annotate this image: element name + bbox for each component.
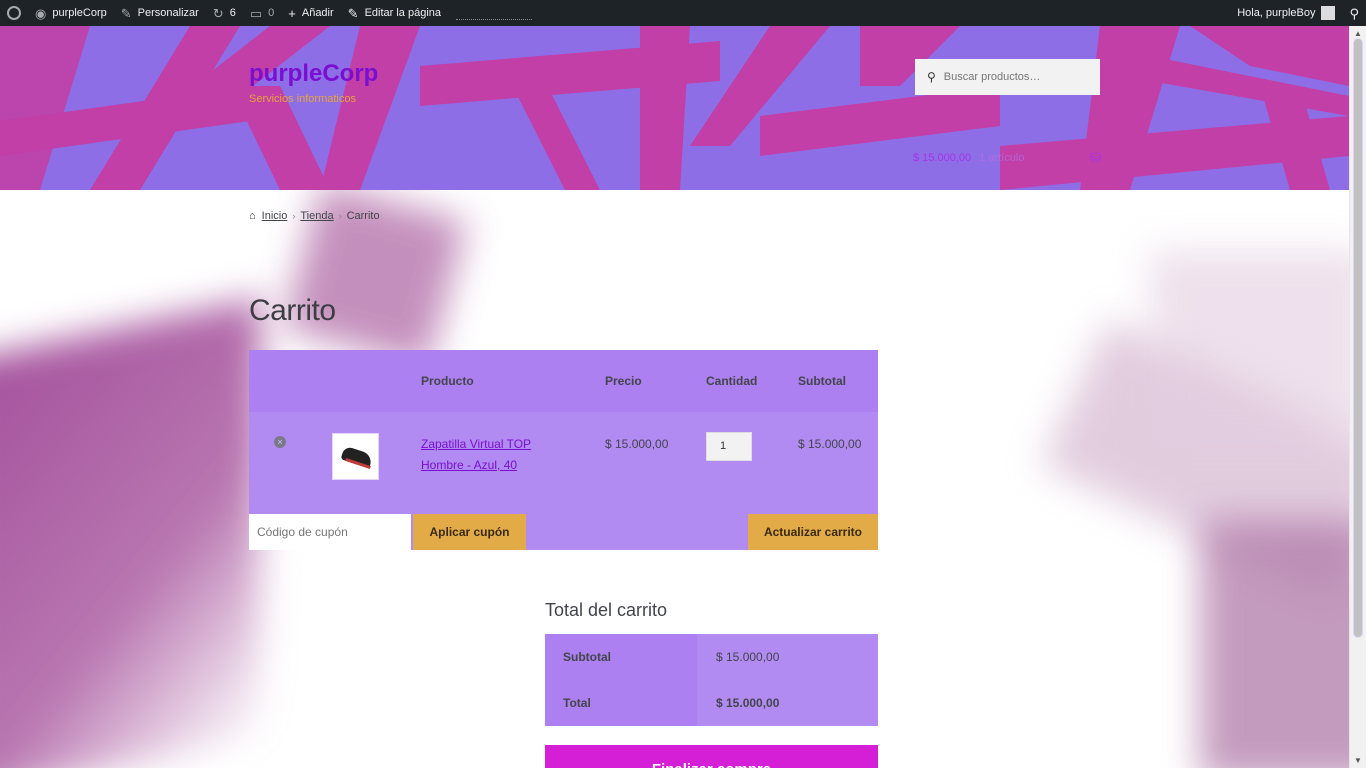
subtotal-label: Subtotal (545, 634, 697, 680)
totals-row-total: Total $ 15.000,00 (545, 680, 878, 726)
admin-site-name[interactable]: ◉ purpleCorp (28, 0, 114, 26)
edit-page-link[interactable]: ✎ Editar la página (341, 0, 448, 26)
column-header-quantity: Cantidad (706, 374, 758, 388)
cart-amount: $ 15.000,00 (913, 152, 972, 164)
customize-link[interactable]: ✎ Personalizar (114, 0, 206, 26)
search-icon: ⚲ (927, 70, 936, 84)
column-header-price: Precio (605, 374, 642, 388)
pencil-icon: ✎ (347, 5, 359, 21)
avatar (1321, 6, 1336, 20)
account-menu[interactable]: Hola, purpleBoy (1230, 0, 1342, 26)
updates-link[interactable]: ↻ 6 (206, 0, 243, 26)
total-label: Total (545, 680, 697, 726)
cart-totals-title: Total del carrito (545, 600, 668, 620)
site-header: purpleCorp Servicios informaticos ⚲ $ 15… (0, 26, 1349, 190)
product-search[interactable]: ⚲ (915, 59, 1100, 95)
coupon-code-input[interactable] (249, 514, 411, 550)
checkout-button[interactable]: Finalizar compra (545, 745, 878, 768)
admin-bar-placeholder (456, 18, 533, 20)
background-shape (1200, 520, 1366, 768)
column-header-subtotal: Subtotal (798, 374, 846, 388)
page-title: Carrito (249, 294, 336, 327)
breadcrumb-current: Carrito (346, 210, 380, 222)
subtotal-value: $ 15.000,00 (697, 634, 878, 680)
wordpress-logo-button[interactable] (0, 0, 28, 26)
breadcrumb-home-link[interactable]: Inicio (262, 210, 288, 222)
wordpress-icon (7, 6, 21, 20)
basket-icon: ⛁ (1090, 150, 1101, 165)
scroll-up-arrow-icon[interactable]: ▲ (1354, 29, 1362, 38)
background-shape (0, 298, 260, 768)
search-icon: ⚲ (1349, 5, 1359, 21)
breadcrumb-separator: › (292, 211, 296, 221)
cart-item-count: 1 artículo (979, 152, 1025, 164)
product-subtotal: $ 15.000,00 (798, 437, 862, 451)
product-thumbnail[interactable] (332, 433, 379, 480)
total-value: $ 15.000,00 (697, 680, 878, 726)
header-pattern (0, 26, 1349, 190)
add-new-link[interactable]: + Añadir (281, 0, 340, 26)
product-price: $ 15.000,00 (605, 437, 669, 451)
breadcrumb: ⌂ Inicio › Tienda › Carrito (249, 210, 380, 222)
home-icon: ⌂ (249, 210, 256, 222)
cart-totals-table: Subtotal $ 15.000,00 Total $ 15.000,00 (545, 634, 878, 726)
cart-table-header: Producto Precio Cantidad Subtotal (249, 350, 878, 412)
apply-coupon-button[interactable]: Aplicar cupón (413, 514, 526, 550)
product-name-link[interactable]: Zapatilla Virtual TOP Hombre - Azul, 40 (421, 434, 561, 476)
site-tagline: Servicios informaticos (249, 93, 356, 105)
column-header-product: Producto (421, 374, 474, 388)
dashboard-icon: ◉ (35, 5, 47, 21)
admin-bar: ◉ purpleCorp ✎ Personalizar ↻ 6 ▭ 0 + Añ… (0, 0, 1366, 26)
update-cart-button[interactable]: Actualizar carrito (748, 514, 878, 550)
totals-row-subtotal: Subtotal $ 15.000,00 (545, 634, 878, 680)
remove-item-button[interactable]: × (274, 436, 286, 448)
comment-icon: ▭ (249, 5, 263, 21)
breadcrumb-separator: › (338, 211, 342, 221)
updates-icon: ↻ (212, 5, 224, 21)
quantity-input[interactable]: 1 (706, 432, 752, 461)
admin-search-button[interactable]: ⚲ (1342, 0, 1366, 26)
header-cart[interactable]: $ 15.000,00 1 artículo ⛁ (913, 150, 1101, 166)
scroll-down-arrow-icon[interactable]: ▼ (1354, 756, 1362, 765)
page-scrollbar[interactable]: ▲ ▼ (1349, 26, 1366, 768)
cart-actions: Aplicar cupón Actualizar carrito (249, 514, 878, 550)
table-row: × Zapatilla Virtual TOP Hombre - Azul, 4… (249, 412, 878, 514)
scrollbar-thumb[interactable] (1353, 38, 1363, 638)
site-title[interactable]: purpleCorp (249, 60, 378, 88)
comments-link[interactable]: ▭ 0 (243, 0, 281, 26)
cart-table: Producto Precio Cantidad Subtotal × Zapa… (249, 350, 878, 514)
search-input[interactable] (943, 71, 1084, 83)
plus-icon: + (288, 5, 296, 21)
breadcrumb-shop-link[interactable]: Tienda (300, 210, 333, 222)
background-shape (1150, 250, 1366, 450)
brush-icon: ✎ (120, 5, 132, 21)
